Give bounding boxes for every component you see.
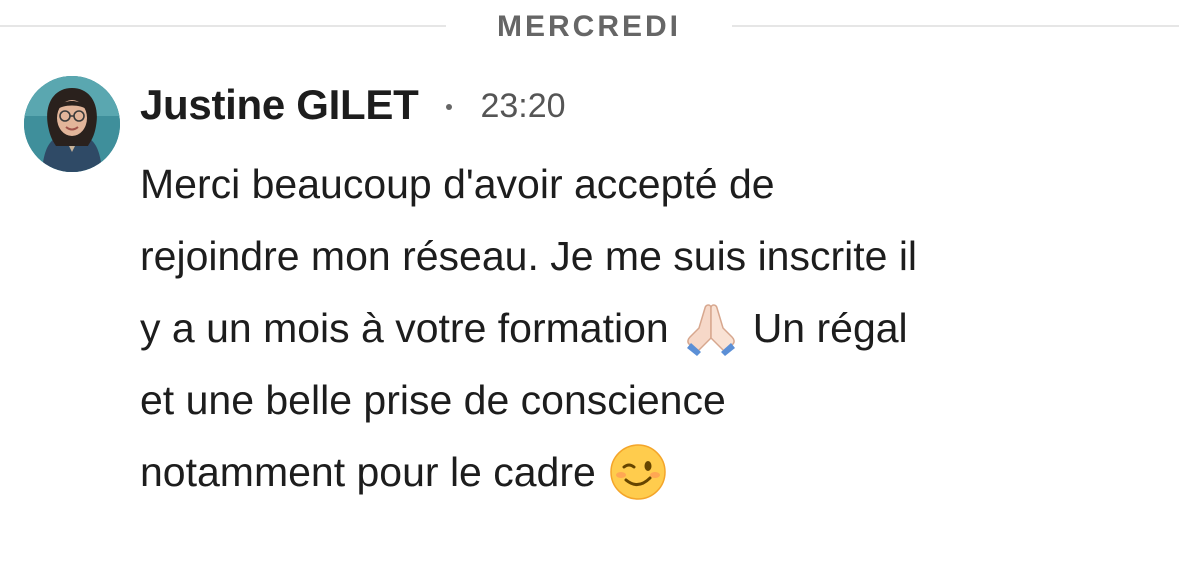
message-text: et une belle prise de conscience bbox=[140, 377, 726, 423]
message-timestamp: 23:20 bbox=[480, 86, 566, 125]
message-line: Merci beaucoup d'avoir accepté de bbox=[140, 148, 1100, 220]
message-text: rejoindre mon réseau. Je me suis inscrit… bbox=[140, 233, 918, 279]
day-divider: MERCREDI bbox=[0, 0, 1179, 54]
message-text: Un régal bbox=[752, 305, 908, 351]
message-line: et une belle prise de conscience bbox=[140, 364, 1100, 436]
sender-name[interactable]: Justine GILET bbox=[140, 81, 419, 129]
message-line: rejoindre mon réseau. Je me suis inscrit… bbox=[140, 220, 1100, 292]
message-header: Justine GILET 23:20 bbox=[140, 80, 566, 130]
divider-line-right bbox=[732, 25, 1179, 27]
message-text: Merci beaucoup d'avoir accepté de bbox=[140, 161, 775, 207]
message-body: Merci beaucoup d'avoir accepté de rejoin… bbox=[140, 148, 1100, 508]
divider-line-left bbox=[0, 25, 446, 27]
message-line: y a un mois à votre formation Un régal bbox=[140, 292, 1100, 364]
message-item: Justine GILET 23:20 Merci beaucoup d'avo… bbox=[0, 74, 1179, 554]
message-text: notamment pour le cadre bbox=[140, 449, 596, 495]
profile-photo-icon bbox=[24, 76, 120, 172]
message-text: y a un mois à votre formation bbox=[140, 305, 669, 351]
separator-dot bbox=[446, 104, 453, 110]
winking-face-icon bbox=[608, 442, 668, 502]
message-line: notamment pour le cadre bbox=[140, 436, 1100, 508]
folded-hands-icon bbox=[681, 298, 741, 358]
avatar[interactable] bbox=[24, 76, 120, 172]
day-label: MERCREDI bbox=[496, 10, 681, 43]
